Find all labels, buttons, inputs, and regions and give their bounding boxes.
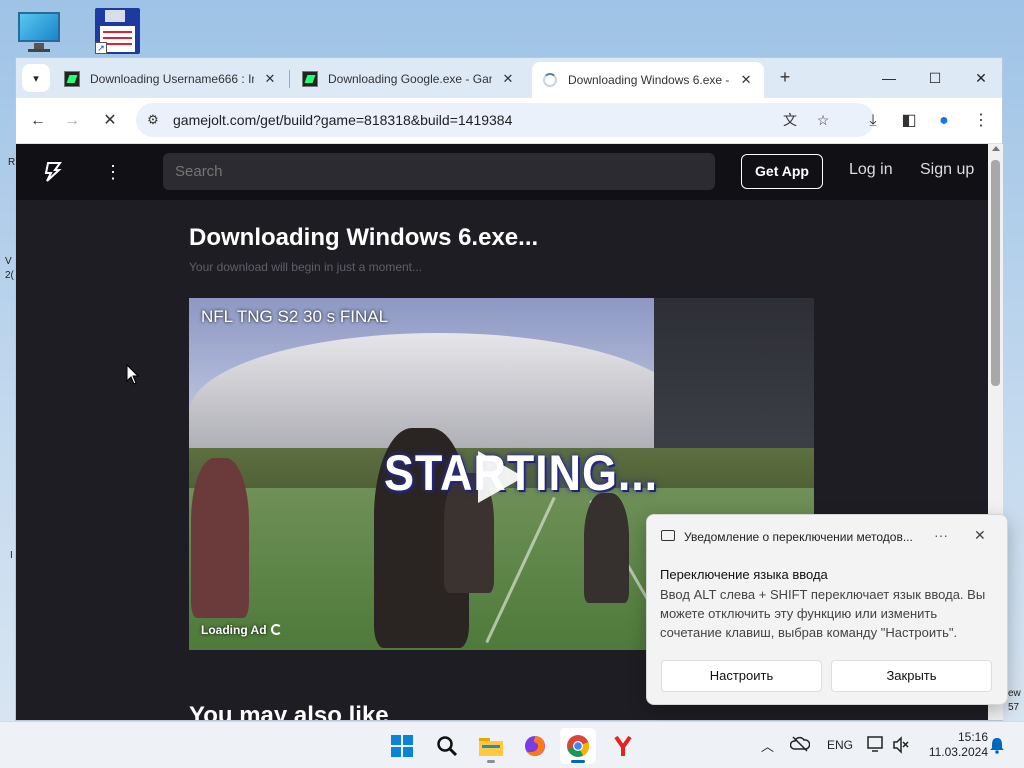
minimize-button[interactable]: —: [866, 64, 912, 92]
tab-title: Downloading Google.exe - Gam: [328, 72, 492, 86]
login-link[interactable]: Log in: [849, 161, 893, 179]
side-panel-button[interactable]: ◧: [895, 107, 923, 135]
close-icon[interactable]: ✕: [974, 527, 986, 544]
clock-time: 15:16: [957, 730, 988, 744]
loading-ad-label: Loading Ad: [201, 623, 282, 637]
notification-bell-icon[interactable]: [989, 736, 1005, 754]
search-input[interactable]: [163, 153, 715, 190]
play-icon[interactable]: [478, 451, 524, 503]
chevron-up-icon[interactable]: ︿: [761, 736, 774, 755]
get-app-button[interactable]: Get App: [741, 154, 823, 189]
chrome-icon: [567, 735, 590, 757]
side-panel-icon: ◧: [901, 112, 917, 129]
site-settings-icon[interactable]: ⚙: [144, 111, 162, 129]
downloads-button[interactable]: ⤓: [859, 107, 887, 135]
folder-icon: [479, 738, 503, 756]
more-vert-icon[interactable]: ⋮: [104, 160, 122, 184]
onedrive-offline-icon[interactable]: [790, 735, 810, 753]
tab-google-exe[interactable]: Downloading Google.exe - Gam ✕: [292, 64, 526, 94]
notification-app-name: Уведомление о переключении методов...: [684, 530, 913, 544]
tab-username666[interactable]: Downloading Username666 : In ✕: [54, 64, 288, 94]
keyboard-icon: [661, 530, 675, 541]
more-vert-icon: ⋮: [973, 112, 989, 129]
desktop-edge-text: ew: [1008, 688, 1021, 699]
desktop-edge-text: 2(: [5, 270, 14, 281]
chrome-button[interactable]: [560, 728, 596, 764]
arrow-left-icon: ←: [30, 112, 46, 129]
file-explorer-button[interactable]: [473, 728, 509, 764]
notification-body: Ввод ALT слева + SHIFT переключает язык …: [660, 587, 986, 640]
system-clock[interactable]: 15:16 11.03.2024: [918, 730, 988, 760]
tab-close-icon[interactable]: ✕: [500, 71, 516, 87]
taskbar: ︿ ENG 15:16 11.03.2024: [0, 721, 1024, 768]
loading-spinner-icon: [542, 72, 558, 88]
language-switch-notification: Уведомление о переключении методов... ··…: [646, 514, 1008, 705]
new-tab-button[interactable]: +: [772, 64, 798, 90]
scroll-thumb[interactable]: [991, 160, 1000, 386]
maximize-button[interactable]: ☐: [912, 64, 958, 92]
profile-button[interactable]: ●: [930, 107, 958, 135]
gamejolt-favicon-icon: [302, 71, 318, 87]
yandex-icon: [614, 735, 632, 756]
loading-ad-text: Loading Ad: [201, 623, 267, 637]
arrow-right-icon: →: [64, 112, 80, 129]
ad-title: NFL TNG S2 30 s FINAL: [201, 307, 389, 326]
browser-toolbar: ← → ✕ ⚙ gamejolt.com/get/build?game=8183…: [16, 98, 1002, 144]
translate-icon[interactable]: 文: [780, 110, 800, 130]
desktop-edge-text: 57: [1008, 702, 1020, 713]
address-bar[interactable]: ⚙ gamejolt.com/get/build?game=818318&bui…: [136, 103, 874, 137]
notification-heading: Переключение языка ввода: [660, 567, 828, 582]
scroll-up-icon[interactable]: [992, 146, 1000, 151]
volume-muted-icon[interactable]: [892, 736, 910, 754]
tab-title: Downloading Username666 : In: [90, 72, 254, 86]
stop-button[interactable]: ✕: [96, 107, 124, 135]
firefox-icon: [525, 736, 545, 756]
chevron-down-icon: ▾: [33, 72, 39, 85]
computer-desktop-icon[interactable]: [18, 12, 62, 52]
page-title: Downloading Windows 6.exe...: [189, 224, 539, 251]
more-options-icon[interactable]: ···: [934, 527, 948, 543]
page-subtitle: Your download will begin in just a momen…: [189, 260, 423, 274]
close-icon: ✕: [103, 112, 117, 129]
windows-logo-icon: [391, 735, 413, 757]
search-icon: [437, 736, 458, 757]
tab-strip: ▾ Downloading Username666 : In ✕ Downloa…: [16, 58, 1002, 98]
forward-button[interactable]: →: [58, 107, 86, 135]
download-icon: ⤓: [869, 112, 877, 129]
firefox-button[interactable]: [517, 728, 553, 764]
gamejolt-favicon-icon: [64, 71, 80, 87]
url-text[interactable]: gamejolt.com/get/build?game=818318&build…: [173, 112, 512, 128]
tab-title: Downloading Windows 6.exe -: [568, 73, 730, 87]
network-icon[interactable]: [866, 735, 886, 753]
site-navbar: ⋮ Get App Log in Sign up: [16, 144, 988, 200]
language-indicator[interactable]: ENG: [827, 738, 853, 752]
back-button[interactable]: ←: [24, 107, 52, 135]
tab-close-icon[interactable]: ✕: [262, 71, 278, 87]
bookmark-star-icon[interactable]: ☆: [813, 110, 833, 130]
desktop-edge-text: V: [5, 256, 12, 267]
tab-windows6-exe[interactable]: Downloading Windows 6.exe - ✕: [532, 62, 764, 98]
section-heading: You may also like: [189, 702, 389, 720]
yandex-browser-button[interactable]: [605, 728, 641, 764]
gamejolt-logo-icon[interactable]: [42, 162, 62, 182]
signup-link[interactable]: Sign up: [920, 161, 974, 179]
search-button[interactable]: [429, 728, 465, 764]
loading-spinner-icon: [270, 624, 282, 635]
start-button[interactable]: [384, 728, 420, 764]
avatar-icon: ●: [939, 112, 949, 129]
clock-date: 11.03.2024: [928, 745, 988, 759]
mouse-cursor-icon: [126, 364, 140, 385]
tab-search-button[interactable]: ▾: [22, 64, 50, 92]
close-window-button[interactable]: ✕: [958, 64, 1004, 92]
tab-close-icon[interactable]: ✕: [738, 72, 754, 88]
desktop-edge-text: I: [10, 550, 13, 561]
floppy-shortcut-icon[interactable]: ↗: [95, 8, 140, 54]
configure-button[interactable]: Настроить: [661, 660, 822, 692]
close-notification-button[interactable]: Закрыть: [831, 660, 992, 692]
menu-button[interactable]: ⋮: [967, 107, 995, 135]
